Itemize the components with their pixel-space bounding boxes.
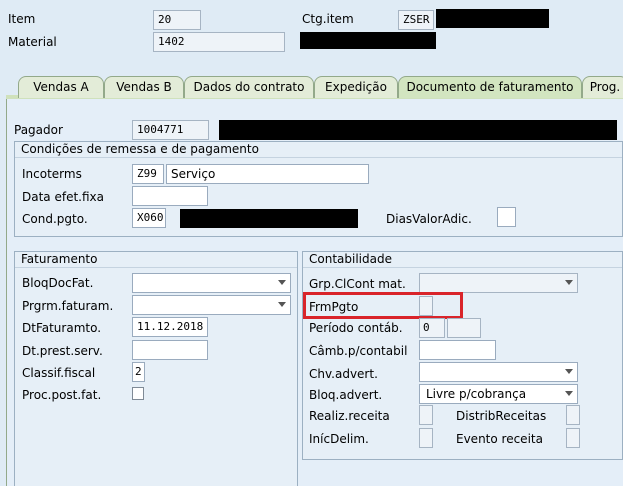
payer-label: Pagador [14,123,63,137]
redacted-payer-name [219,120,617,140]
chevron-down-icon [565,369,573,374]
dias-valor-adic-field[interactable] [497,207,516,227]
bloq-doc-fat-dropdown[interactable] [132,273,291,293]
dt-prest-serv-label: Dt.prest.serv. [22,344,103,358]
tab-documento-de-faturamento[interactable]: Documento de faturamento [398,76,582,98]
bloq-advert-value: Livre p/cobrança [426,387,527,401]
periodo-contab-label: Período contáb. [309,321,403,335]
realiz-receita-label: Realiz.receita [309,409,390,423]
redacted-cond-pgto-text [180,209,358,228]
bloq-doc-fat-label: BloqDocFat. [22,276,94,290]
cond-pgto-field[interactable]: X060 [132,208,166,228]
periodo-contab-extra-field[interactable] [447,318,481,338]
realiz-receita-field[interactable] [419,405,433,425]
tab-vendas-a[interactable]: Vendas A [18,76,104,98]
inic-delim-label: InícDelim. [309,432,369,446]
prgrm-faturam-dropdown[interactable] [132,295,291,315]
dt-faturamto-field[interactable]: 11.12.2018 [132,317,208,337]
payer-field[interactable]: 1004771 [132,120,209,140]
classif-fiscal-label: Classif.fiscal [22,366,96,380]
tab-prog[interactable]: Prog. [582,76,623,98]
ctg-item-label: Ctg.item [302,12,354,26]
incoterms-text-field[interactable]: Serviço [166,164,369,184]
highlight-box [303,292,463,319]
data-efet-fixa-field[interactable] [132,186,208,206]
chevron-down-icon [565,391,573,396]
camb-p-contabil-field[interactable] [419,340,496,360]
proc-post-fat-label: Proc.post.fat. [22,388,102,402]
item-label: Item [8,12,36,26]
data-efet-fixa-label: Data efet.fixa [22,190,104,204]
incoterms-code-field[interactable]: Z99 [132,164,164,184]
prgrm-faturam-label: Prgrm.faturam. [22,299,114,313]
cond-pgto-label: Cond.pgto. [22,212,88,226]
tab-dados-do-contrato[interactable]: Dados do contrato [184,76,314,98]
ctg-item-field[interactable]: ZSER [398,10,434,30]
classif-fiscal-field[interactable]: 2 [132,362,145,382]
evento-receita-label: Evento receita [456,432,543,446]
dt-faturamto-label: DtFaturamto. [22,321,102,335]
bloq-advert-dropdown[interactable]: Livre p/cobrança [419,384,578,404]
chevron-down-icon [278,280,286,285]
chevron-down-icon [278,302,286,307]
inic-delim-field[interactable] [419,428,433,448]
dias-valor-adic-label: DiasValorAdic. [386,212,472,226]
billing-group-title: Faturamento [15,252,297,268]
distrib-receitas-label: DistribReceitas [456,409,547,423]
evento-receita-field[interactable] [566,428,580,448]
bloq-advert-label: Bloq.advert. [309,388,383,402]
camb-p-contabil-label: Câmb.p/contabil [309,344,408,358]
tab-vendas-b[interactable]: Vendas B [104,76,184,98]
proc-post-fat-checkbox[interactable] [132,387,144,400]
item-field[interactable]: 20 [153,10,201,30]
chv-advert-dropdown[interactable] [419,362,578,382]
tab-expedicao[interactable]: Expedição [314,76,398,98]
material-field[interactable]: 1402 [153,32,285,52]
periodo-contab-field[interactable]: 0 [419,318,445,338]
grp-cl-cont-mat-label: Grp.ClCont mat. [309,277,406,291]
chevron-down-icon [565,280,573,285]
dt-prest-serv-field[interactable] [132,340,208,360]
conditions-group-title: Condições de remessa e de pagamento [15,142,622,158]
material-label: Material [8,35,57,49]
grp-cl-cont-mat-dropdown[interactable] [419,273,578,293]
redacted-material-text [300,32,436,49]
accounting-group-title: Contabilidade [303,252,622,268]
redacted-ctg-item-text [436,9,549,28]
incoterms-label: Incoterms [22,167,82,181]
distrib-receitas-field[interactable] [566,405,580,425]
chv-advert-label: Chv.advert. [309,367,378,381]
